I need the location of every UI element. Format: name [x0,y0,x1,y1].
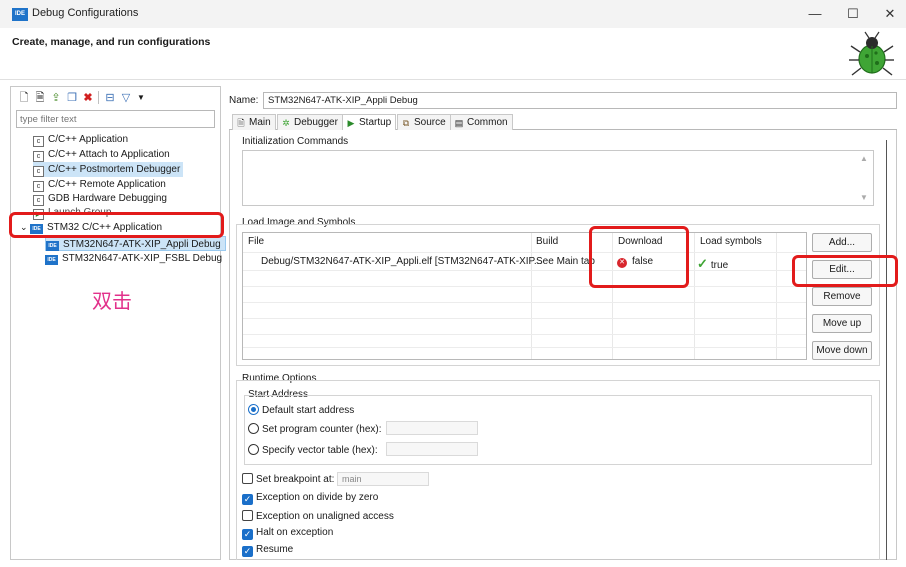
tab-main[interactable]: 🗎 Main [232,114,276,130]
checkbox[interactable] [242,510,253,521]
highlight-box-download [589,226,689,288]
pc-hex-input[interactable] [386,421,478,435]
breakpoint-input[interactable]: main [337,472,429,486]
scrollbar[interactable] [886,140,887,560]
checkbox-divide-by-zero[interactable]: ✓ Exception on divide by zero [242,492,378,505]
table-row-divider [243,302,806,303]
add-button[interactable]: Add... [812,233,872,252]
radio-default-start[interactable]: Default start address [248,404,354,416]
radio-set-pc[interactable]: Set program counter (hex): [248,423,382,435]
delete-icon[interactable]: ✖ [82,92,94,104]
scroll-down-icon[interactable]: ▼ [860,193,868,202]
duplicate-icon[interactable]: ❐ [66,92,78,104]
common-icon: ▤ [454,118,464,128]
view-menu-icon[interactable]: ▼ [135,92,147,104]
tab-source[interactable]: ⧉ Source [397,114,451,130]
move-up-button[interactable]: Move up [812,314,872,333]
debugger-icon: ✲ [282,118,290,128]
tab-debugger[interactable]: ✲ Debugger [277,114,343,130]
filter-input[interactable] [16,110,215,128]
checkmark-icon: ✓ [697,256,708,271]
bug-icon [849,31,894,76]
tree-item-fsbl-debug[interactable]: IDE STM32N647-ATK-XIP_FSBL Debug [45,251,222,266]
column-header-build[interactable]: Build [536,236,558,247]
ide-icon: IDE [46,241,59,251]
move-down-button[interactable]: Move down [812,341,872,360]
init-commands-title: Initialization Commands [242,136,349,147]
tree-item-cpp-postmortem[interactable]: c C/C++ Postmortem Debugger [33,162,184,177]
checkbox[interactable]: ✓ [242,529,253,540]
radio-button[interactable] [248,404,259,415]
radio-button[interactable] [248,444,259,455]
source-icon: ⧉ [402,118,410,128]
table-row-divider [243,334,806,335]
checkbox[interactable] [242,473,253,484]
radio-button[interactable] [248,423,259,434]
config-name-field[interactable]: STM32N647-ATK-XIP_Appli Debug [263,92,897,109]
checkbox[interactable]: ✓ [242,546,253,557]
collapse-all-icon[interactable]: ⊟ [104,92,116,104]
name-label: Name: [229,95,259,106]
ide-icon: IDE [45,255,58,265]
app-icon: IDE [12,8,28,21]
double-click-note: 双击 [92,289,132,313]
table-row-divider [243,286,806,287]
table-row-divider [243,347,806,348]
window-title: Debug Configurations [32,7,139,19]
tab-common[interactable]: ▤ Common [450,114,513,130]
startup-icon: ▶ [347,118,355,128]
maximize-button[interactable]: ☐ [839,4,867,24]
checkbox-halt-on-exception[interactable]: ✓ Halt on exception [242,527,333,540]
main-tab-icon: 🗎 [237,118,245,128]
tree-item-gdb-hardware[interactable]: c GDB Hardware Debugging [33,191,167,206]
tab-startup[interactable]: ▶ Startup [342,114,397,131]
c-icon: c [33,151,44,162]
dialog-header-title: Create, manage, and run configurations [12,36,211,48]
scroll-up-icon[interactable]: ▲ [860,154,868,163]
checkbox[interactable]: ✓ [242,494,253,505]
toolbar-separator [98,91,99,104]
remove-button[interactable]: Remove [812,287,872,306]
tree-item-cpp-application[interactable]: c C/C++ Application [33,132,128,147]
filter-icon[interactable]: ▽ [120,92,132,104]
minimize-button[interactable]: — [801,4,829,24]
c-icon: c [33,166,44,177]
checkbox-unaligned-access[interactable]: Exception on unaligned access [242,510,394,522]
radio-vector-table[interactable]: Specify vector table (hex): [248,444,378,456]
cell-file[interactable]: Debug/STM32N647-ATK-XIP_Appli.elf [STM32… [261,256,542,267]
init-commands-textarea[interactable] [242,150,874,206]
highlight-box-edit [792,255,898,287]
vector-table-hex-input[interactable] [386,442,478,456]
table-row-divider [243,318,806,319]
new-config-icon[interactable]: 🗋 [18,92,30,104]
table-row-divider [243,252,806,253]
column-header-load-symbols[interactable]: Load symbols [700,236,762,247]
cell-load-symbols[interactable]: ✓ true [697,256,728,272]
export-icon[interactable]: ⇪ [50,92,62,104]
c-icon: c [33,136,44,147]
close-button[interactable]: ✕ [876,4,904,24]
checkbox-resume[interactable]: ✓ Resume [242,544,293,557]
new-prototype-icon[interactable]: 🗎 [34,92,46,104]
highlight-box-tree [9,212,224,238]
column-header-file[interactable]: File [248,236,264,247]
tree-item-cpp-remote[interactable]: c C/C++ Remote Application [33,177,166,192]
checkbox-set-breakpoint[interactable]: Set breakpoint at: [242,473,334,485]
tree-item-appli-debug[interactable]: IDE STM32N647-ATK-XIP_Appli Debug [45,236,226,251]
tree-item-cpp-attach[interactable]: c C/C++ Attach to Application [33,147,170,162]
